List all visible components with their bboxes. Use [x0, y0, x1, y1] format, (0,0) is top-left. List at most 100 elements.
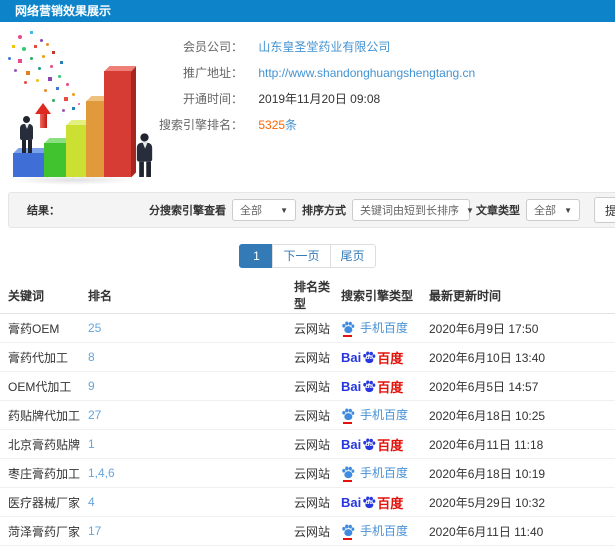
rank-type-cell: 云网站	[293, 342, 340, 372]
rank-link[interactable]: 25	[88, 321, 101, 335]
engine-view-select-value: 全部	[240, 205, 262, 217]
info-section: 会员公司： 山东皇圣堂药业有限公司 推广地址： http://www.shand…	[0, 22, 615, 192]
baidu-mobile-logo: 手机百度	[341, 522, 409, 540]
rank-cell: 1,4,6	[87, 458, 293, 488]
result-label: 结果：	[27, 205, 60, 217]
engine-cell: 手机百度	[340, 516, 428, 546]
rank-link[interactable]: 1	[88, 437, 95, 451]
rank-link[interactable]: 1,4,6	[88, 466, 115, 480]
keyword-cell: 枣庄膏药加工	[0, 458, 87, 488]
rank-count-value[interactable]: 5325条	[258, 118, 297, 132]
baidu-bai-text: Bai	[341, 349, 362, 365]
rank-link[interactable]: 27	[88, 408, 101, 422]
sort-label: 排序方式	[302, 205, 346, 217]
engine-label: 手机百度	[360, 466, 409, 480]
keyword-cell: 医疗器械厂家	[0, 487, 87, 517]
updated-cell: 2020年6月18日 10:25	[428, 400, 615, 430]
keyword-cell: 膏药代加工	[0, 342, 87, 372]
chart-bar	[13, 148, 52, 177]
baidu-bai-text: Bai	[341, 378, 362, 394]
updated-cell: 2020年6月5日 14:57	[428, 371, 615, 401]
rank-cell: 27	[87, 400, 293, 430]
confetti-dot	[34, 45, 37, 48]
engine-label: 手机百度	[360, 321, 409, 335]
rank-cell: 4	[87, 487, 293, 517]
figure-legs	[21, 140, 32, 153]
rank-link[interactable]: 8	[88, 350, 95, 364]
confetti-dot	[14, 69, 17, 72]
engine-cell: 手机百度	[340, 400, 428, 430]
article-type-label: 文章类型	[476, 205, 520, 217]
keyword-cell: 药贴牌代加工	[0, 400, 87, 430]
rank-count-unit: 条	[285, 118, 298, 132]
engine-label: 百度	[377, 495, 404, 511]
engine-label: 百度	[377, 379, 404, 395]
red-underline	[343, 538, 352, 540]
baidu-du-text: du	[365, 500, 373, 507]
rank-link[interactable]: 17	[88, 524, 101, 538]
baidu-mobile-logo: 手机百度	[341, 464, 409, 482]
updated-cell: 2020年6月18日 10:19	[428, 458, 615, 488]
confetti-dot	[30, 57, 33, 60]
window-titlebar: 网络营销效果展示	[0, 0, 615, 22]
table-row: 枣庄膏药加工 1,4,6 云网站 手机百度 2020年6月18日 10:19	[0, 458, 615, 488]
baidu-paw-icon	[341, 408, 355, 424]
sort-select[interactable]: 关键词由短到长排序 ▼	[352, 199, 474, 221]
promo-url-label: 推广地址：	[182, 66, 243, 80]
rank-type-cell: 云网站	[293, 371, 340, 401]
red-underline	[343, 335, 352, 337]
pagination-group: 1 下一页 尾页	[239, 244, 376, 268]
col-updated: 最新更新时间	[428, 277, 615, 314]
caret-down-icon: ▼	[280, 205, 288, 215]
article-type-select[interactable]: 全部 ▼	[526, 199, 580, 221]
submit-button[interactable]: 提交	[594, 197, 615, 223]
baidu-paw-icon	[341, 321, 355, 337]
table-row: 北京膏药贴牌 1 云网站 Bai du 百度 2020年6月11日 11:18	[0, 429, 615, 459]
rank-cell: 17	[87, 516, 293, 546]
updated-cell: 2020年6月11日 11:18	[428, 429, 615, 459]
updated-cell: 2020年5月29日 10:32	[428, 487, 615, 517]
caret-down-icon: ▼	[564, 205, 572, 215]
rank-count-label: 搜索引擎排名：	[158, 118, 243, 132]
baidu-du-text: du	[365, 355, 373, 362]
engine-cell: Bai du 百度	[340, 487, 428, 517]
engine-label: 百度	[377, 437, 404, 453]
page-1-button[interactable]: 1	[239, 244, 274, 268]
red-underline	[343, 480, 352, 482]
info-row-url: 推广地址： http://www.shandonghuangshengtang.…	[60, 60, 475, 86]
table-row: 菏泽膏药厂家 17 云网站 手机百度 2020年6月11日 11:40	[0, 516, 615, 546]
filter-bar: 结果： 分搜索引擎查看 全部 ▼ 排序方式 关键词由短到长排序 ▼ 文章类型 全…	[8, 192, 615, 228]
engine-label: 手机百度	[360, 524, 409, 538]
col-engine-type: 搜索引擎类型	[340, 277, 428, 314]
rank-type-cell: 云网站	[293, 400, 340, 430]
last-page-button[interactable]: 尾页	[329, 244, 376, 268]
engine-view-label: 分搜索引擎查看	[149, 205, 226, 217]
engine-label: 百度	[377, 350, 404, 366]
promo-url-link[interactable]: http://www.shandonghuangshengtang.cn	[258, 66, 475, 80]
engine-cell: Bai du 百度	[340, 371, 428, 401]
rank-link[interactable]: 4	[88, 495, 95, 509]
keyword-cell: 北京膏药贴牌	[0, 429, 87, 459]
rank-type-cell: 云网站	[293, 516, 340, 546]
baidu-logo: Bai du 百度	[341, 493, 403, 512]
rank-link[interactable]: 9	[88, 379, 95, 393]
next-page-button[interactable]: 下一页	[272, 244, 331, 268]
rank-cell: 8	[87, 342, 293, 372]
table-header-row: 关键词 排名 排名类型 搜索引擎类型 最新更新时间	[0, 277, 615, 314]
updated-cell: 2020年6月10日 13:40	[428, 342, 615, 372]
member-info: 会员公司： 山东皇圣堂药业有限公司 推广地址： http://www.shand…	[60, 34, 475, 138]
baidu-paw-icon: du	[362, 379, 376, 393]
engine-view-select[interactable]: 全部 ▼	[232, 199, 296, 221]
confetti-dot	[12, 45, 15, 48]
rank-cell: 1	[87, 429, 293, 459]
baidu-paw-icon	[341, 466, 355, 482]
figure-torso	[20, 124, 33, 140]
baidu-paw-icon	[341, 524, 355, 540]
company-link[interactable]: 山东皇圣堂药业有限公司	[258, 40, 390, 54]
updated-cell: 2020年6月9日 17:50	[428, 313, 615, 343]
confetti-dot	[50, 65, 53, 68]
results-table: 关键词 排名 排名类型 搜索引擎类型 最新更新时间 膏药OEM 25 云网站 手机百度…	[0, 277, 615, 546]
baidu-paw-icon: du	[362, 437, 376, 451]
engine-label: 手机百度	[360, 408, 409, 422]
keyword-cell: OEM代加工	[0, 371, 87, 401]
